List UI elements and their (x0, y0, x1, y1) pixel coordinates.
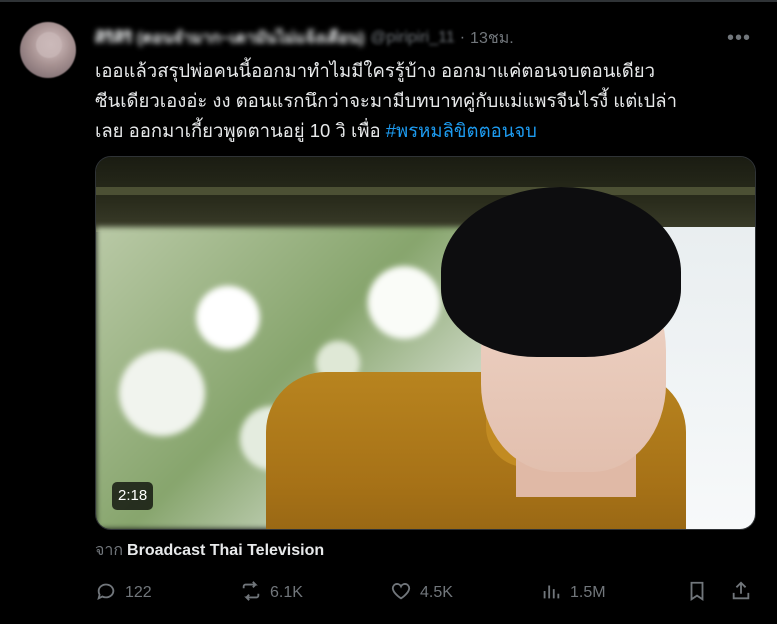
views-button[interactable]: 1.5M (540, 580, 690, 607)
hashtag-link[interactable]: #พรหมลิขิตตอนจบ (386, 120, 537, 141)
repost-count: 6.1K (270, 584, 303, 601)
source-prefix: จาก (95, 542, 124, 559)
reply-icon (95, 580, 117, 607)
tweet-text-line: ซีนเดียวเองอ่ะ งง ตอนแรกนึกว่าจะมามีบทบา… (95, 90, 678, 111)
avatar[interactable] (20, 22, 76, 78)
bookmark-icon (686, 580, 708, 607)
video-player[interactable] (95, 156, 756, 530)
heart-icon (390, 580, 412, 607)
video-person-hair (441, 187, 681, 357)
repost-button[interactable]: 6.1K (240, 580, 390, 607)
display-name[interactable]: ศิริศิริ (ตอนจำมาก~เดามันไม่แจ้งเตือน) (95, 26, 364, 51)
tweet-text-line: เลย ออกมาเกี้ยวพูดตานอยู่ 10 วิ เพื่อ #พ… (95, 116, 765, 146)
top-divider (0, 0, 777, 2)
like-button[interactable]: 4.5K (390, 580, 540, 607)
bookmark-button[interactable] (686, 580, 708, 607)
media-source: จาก Broadcast Thai Television (95, 538, 324, 563)
views-count: 1.5M (570, 584, 606, 601)
reply-button[interactable]: 122 (95, 580, 240, 607)
like-count: 4.5K (420, 584, 453, 601)
separator-dot: · (459, 29, 466, 46)
handle[interactable]: @piripiri_11 (370, 29, 454, 47)
repost-icon (240, 580, 262, 607)
tweet-text: เออแล้วสรุปพ่อคนนี้ออกมาทำไมมีใครรู้บ้าง… (95, 56, 765, 146)
views-icon (540, 580, 562, 607)
tweet-text-line-prefix: เลย ออกมาเกี้ยวพูดตานอยู่ 10 วิ เพื่อ (95, 120, 386, 141)
timestamp[interactable]: 13ชม. (470, 26, 514, 51)
share-button[interactable] (730, 580, 752, 607)
share-icon (730, 580, 752, 607)
source-name[interactable]: Broadcast Thai Television (127, 542, 324, 559)
tweet-header: ศิริศิริ (ตอนจำมาก~เดามันไม่แจ้งเตือน) @… (95, 26, 757, 50)
video-duration-badge: 2:18 (112, 482, 154, 510)
tweet-text-line: เออแล้วสรุปพ่อคนนี้ออกมาทำไมมีใครรู้บ้าง… (95, 60, 656, 81)
tweet-actions: 122 6.1K 4.5K 1.5M (95, 580, 760, 606)
more-options-icon[interactable]: ••• (727, 28, 751, 48)
handle-text: @piripiri_11 (370, 29, 455, 46)
video-frame (96, 157, 755, 529)
reply-count: 122 (125, 584, 152, 601)
